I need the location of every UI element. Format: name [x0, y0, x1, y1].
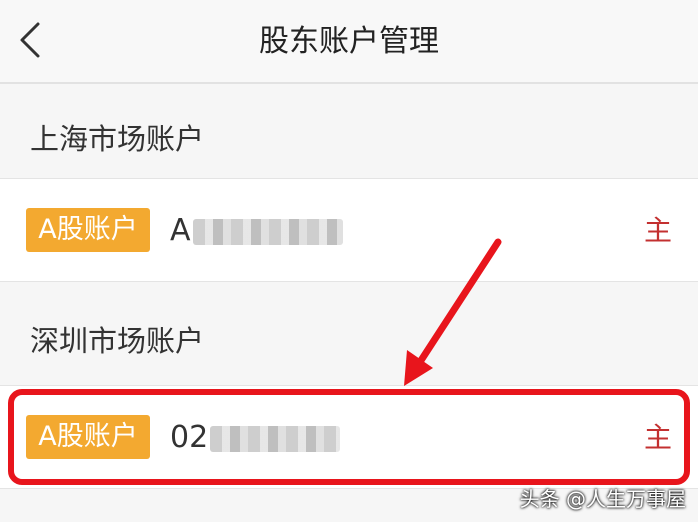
- account-type-badge: A股账户: [26, 415, 150, 459]
- primary-account-tag[interactable]: 主: [644, 209, 672, 253]
- section-title: 上海市场账户: [30, 122, 205, 156]
- account-type-badge: A股账户: [26, 208, 150, 252]
- account-number: A: [170, 209, 343, 253]
- account-number-prefix: A: [170, 213, 191, 248]
- section-header-shanghai: 上海市场账户: [0, 86, 698, 178]
- nav-bar: 股东账户管理: [0, 0, 698, 84]
- account-number: 02: [170, 416, 341, 460]
- primary-account-tag[interactable]: 主: [644, 416, 672, 460]
- account-row-shanghai[interactable]: A股账户 A 主: [0, 178, 698, 282]
- account-row-shenzhen[interactable]: A股账户 02 主: [0, 385, 698, 489]
- section-title: 深圳市场账户: [30, 324, 205, 358]
- watermark: 头条 @人生万事屋: [519, 487, 686, 511]
- account-number-prefix: 02: [170, 420, 209, 455]
- page-title: 股东账户管理: [259, 24, 439, 59]
- masked-digits: [210, 425, 341, 452]
- section-header-shenzhen: 深圳市场账户: [0, 282, 698, 382]
- masked-digits: [192, 218, 343, 245]
